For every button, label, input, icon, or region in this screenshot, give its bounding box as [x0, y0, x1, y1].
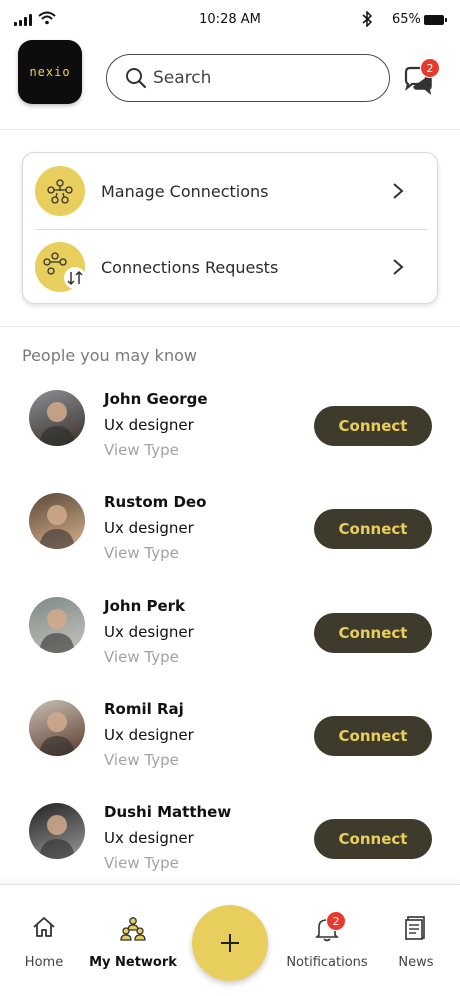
- my-network-icon: [120, 917, 146, 941]
- person-row: Rustom Deo Ux designer View Type Connect: [0, 493, 460, 583]
- person-name[interactable]: Romil Raj: [104, 700, 184, 718]
- search-input[interactable]: [153, 68, 353, 88]
- nav-my-network[interactable]: My Network: [84, 885, 182, 985]
- plus-icon: [221, 934, 239, 952]
- connect-button[interactable]: Connect: [314, 509, 432, 549]
- nav-my-network-label: My Network: [89, 955, 177, 970]
- nav-news[interactable]: News: [386, 885, 446, 985]
- connect-button[interactable]: Connect: [314, 613, 432, 653]
- nav-home-label: Home: [24, 955, 64, 970]
- network-people-icon: [35, 166, 85, 216]
- view-type-link[interactable]: View Type: [104, 544, 179, 562]
- nav-news-label: News: [398, 955, 434, 970]
- person-row: Romil Raj Ux designer View Type Connect: [0, 700, 460, 790]
- people-section-title: People you may know: [22, 346, 197, 365]
- manage-connections-label: Manage Connections: [101, 181, 269, 201]
- person-role: Ux designer: [104, 416, 194, 434]
- person-role: Ux designer: [104, 726, 194, 744]
- person-role: Ux designer: [104, 623, 194, 641]
- person-name[interactable]: Dushi Matthew: [104, 803, 231, 821]
- connect-button[interactable]: Connect: [314, 716, 432, 756]
- person-name[interactable]: John George: [104, 390, 208, 408]
- connect-button[interactable]: Connect: [314, 819, 432, 859]
- person-row: John Perk Ux designer View Type Connect: [0, 597, 460, 687]
- status-time: 10:28 AM: [199, 12, 261, 27]
- app-header: nexio 2: [0, 36, 460, 130]
- person-name[interactable]: Rustom Deo: [104, 493, 206, 511]
- bluetooth-icon: [362, 11, 372, 27]
- notifications-badge: 2: [326, 911, 346, 931]
- news-icon: [405, 916, 425, 940]
- manage-connections-item[interactable]: Manage Connections: [23, 153, 439, 229]
- chevron-right-icon: [393, 183, 404, 199]
- app-logo[interactable]: nexio: [18, 40, 82, 104]
- connect-button[interactable]: Connect: [314, 406, 432, 446]
- status-bar: 10:28 AM 65%: [0, 0, 460, 40]
- person-role: Ux designer: [104, 519, 194, 537]
- battery-icon: [424, 15, 447, 25]
- battery-percent: 65%: [392, 12, 421, 27]
- view-type-link[interactable]: View Type: [104, 854, 179, 872]
- view-type-link[interactable]: View Type: [104, 648, 179, 666]
- person-row: John George Ux designer View Type Connect: [0, 390, 460, 480]
- avatar[interactable]: [29, 493, 85, 549]
- view-type-link[interactable]: View Type: [104, 441, 179, 459]
- connection-requests-item[interactable]: Connections Requests: [23, 229, 439, 305]
- view-type-link[interactable]: View Type: [104, 751, 179, 769]
- create-post-button[interactable]: [192, 905, 268, 981]
- person-name[interactable]: John Perk: [104, 597, 185, 615]
- bottom-nav: Home My Network 2 Notifications News: [0, 884, 460, 996]
- messages-button[interactable]: 2: [402, 58, 440, 100]
- section-divider: [0, 326, 460, 327]
- home-icon: [33, 917, 55, 937]
- search-bar[interactable]: [106, 54, 390, 102]
- avatar[interactable]: [29, 390, 85, 446]
- messages-badge: 2: [420, 58, 440, 78]
- connection-requests-label: Connections Requests: [101, 257, 279, 277]
- person-row: Dushi Matthew Ux designer View Type Connect: [0, 803, 460, 893]
- nav-notifications[interactable]: 2 Notifications: [278, 885, 376, 985]
- nav-home[interactable]: Home: [14, 885, 74, 985]
- avatar[interactable]: [29, 700, 85, 756]
- avatar[interactable]: [29, 803, 85, 859]
- logo-text: nexio: [29, 65, 71, 79]
- avatar[interactable]: [29, 597, 85, 653]
- manage-connections-card: Manage Connections Connections Requests: [22, 152, 438, 304]
- chevron-right-icon: [393, 259, 404, 275]
- person-role: Ux designer: [104, 829, 194, 847]
- connection-requests-icon: [35, 242, 85, 292]
- search-icon: [126, 68, 147, 89]
- nav-notifications-label: Notifications: [286, 955, 368, 970]
